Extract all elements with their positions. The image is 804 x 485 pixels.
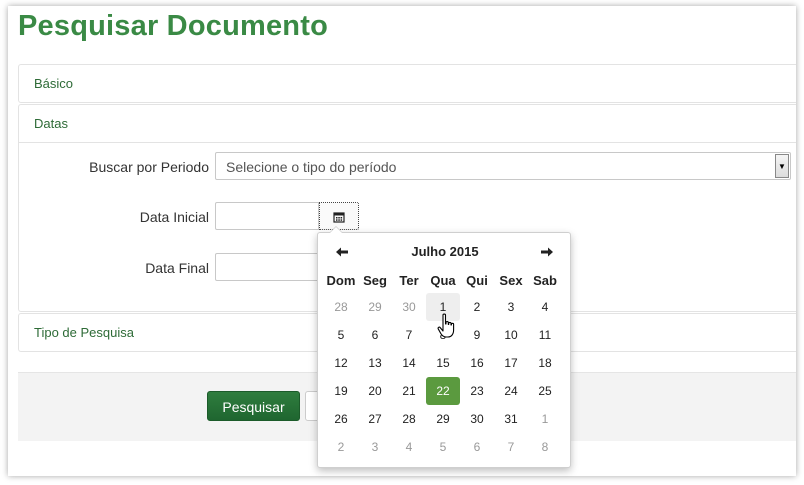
- weekday-header: Dom: [326, 272, 356, 288]
- section-datas-heading[interactable]: Datas: [19, 105, 796, 142]
- arrow-left-icon[interactable]: [327, 240, 357, 264]
- datepicker-day[interactable]: 8: [528, 433, 562, 461]
- datepicker-day[interactable]: 9: [460, 321, 494, 349]
- datepicker-day[interactable]: 15: [426, 349, 460, 377]
- chevron-down-icon[interactable]: ▼: [775, 154, 789, 178]
- datepicker-day[interactable]: 28: [324, 293, 358, 321]
- datepicker-day[interactable]: 2: [324, 433, 358, 461]
- page-title: Pesquisar Documento: [18, 10, 328, 42]
- datepicker-week-row: 12 13 14 15 16 17 18: [324, 349, 562, 377]
- datepicker-day[interactable]: 14: [392, 349, 426, 377]
- buscar-periodo-select[interactable]: Selecione o tipo do período ▼: [215, 152, 791, 180]
- datepicker-day[interactable]: 19: [324, 377, 358, 405]
- datepicker-week-row: 26 27 28 29 30 31 1: [324, 405, 562, 433]
- weekday-header: Seg: [363, 272, 387, 288]
- datepicker-day[interactable]: 30: [392, 293, 426, 321]
- section-basico-heading[interactable]: Básico: [19, 65, 796, 102]
- datepicker-day[interactable]: 1: [528, 405, 562, 433]
- datepicker-day[interactable]: 29: [358, 293, 392, 321]
- datepicker-day[interactable]: 7: [392, 321, 426, 349]
- weekday-header: Qua: [430, 272, 456, 288]
- buscar-periodo-label: Buscar por Periodo: [89, 159, 209, 175]
- datepicker-day[interactable]: 3: [358, 433, 392, 461]
- datepicker-header: Julho 2015: [318, 240, 570, 264]
- weekday-header: Sex: [499, 272, 523, 288]
- datepicker-day[interactable]: 30: [460, 405, 494, 433]
- datepicker-day[interactable]: 20: [358, 377, 392, 405]
- datepicker-day[interactable]: 5: [324, 321, 358, 349]
- datepicker-day[interactable]: 4: [392, 433, 426, 461]
- datepicker-day[interactable]: 18: [528, 349, 562, 377]
- arrow-right-icon[interactable]: [532, 240, 562, 264]
- weekday-header: Qui: [466, 272, 488, 288]
- datepicker-day[interactable]: 25: [528, 377, 562, 405]
- datepicker-month-label[interactable]: Julho 2015: [378, 240, 512, 264]
- datepicker-day[interactable]: 31: [494, 405, 528, 433]
- weekday-header: Sab: [533, 272, 557, 288]
- datepicker-day[interactable]: 12: [324, 349, 358, 377]
- datepicker-day[interactable]: 23: [460, 377, 494, 405]
- data-inicial-input[interactable]: [215, 202, 319, 230]
- datepicker-day[interactable]: 2: [460, 293, 494, 321]
- hand-pointer-icon: [437, 313, 455, 338]
- datepicker-grid: DomSegTerQuaQuiSexSab 282930123456789101…: [324, 267, 562, 461]
- data-final-input[interactable]: [215, 253, 325, 281]
- datepicker-week-row: 2345678: [324, 433, 562, 461]
- datepicker-day[interactable]: 6: [460, 433, 494, 461]
- data-inicial-label: Data Inicial: [139, 209, 209, 225]
- datepicker-day[interactable]: 21: [392, 377, 426, 405]
- buscar-periodo-value: Selecione o tipo do período: [226, 159, 397, 175]
- datepicker-day[interactable]: 13: [358, 349, 392, 377]
- data-final-label: Data Final: [145, 260, 209, 276]
- datepicker-day[interactable]: 24: [494, 377, 528, 405]
- weekday-header: Ter: [399, 272, 419, 288]
- datepicker-day[interactable]: 11: [528, 321, 562, 349]
- datepicker-week-row: 19 20 21 22 23 24 25: [324, 377, 562, 405]
- datepicker-day[interactable]: 29: [426, 405, 460, 433]
- datepicker-day[interactable]: 28: [392, 405, 426, 433]
- datepicker-day[interactable]: 7: [494, 433, 528, 461]
- datepicker-day[interactable]: 6: [358, 321, 392, 349]
- datepicker-day[interactable]: 4: [528, 293, 562, 321]
- section-basico[interactable]: Básico: [18, 64, 796, 103]
- datepicker-popup: Julho 2015 Dom Seg Ter Qua Qui Sex Sab 28 29 30 1…: [317, 226, 571, 468]
- datepicker-day[interactable]: 5: [426, 433, 460, 461]
- datepicker-day[interactable]: 16: [460, 349, 494, 377]
- pesquisar-button[interactable]: Pesquisar: [207, 391, 300, 421]
- datepicker-day[interactable]: 27: [358, 405, 392, 433]
- datepicker-day[interactable]: 17: [494, 349, 528, 377]
- datepicker-day[interactable]: 26: [324, 405, 358, 433]
- datepicker-day[interactable]: 10: [494, 321, 528, 349]
- calendar-icon: [333, 212, 345, 223]
- datepicker-day[interactable]: 3: [494, 293, 528, 321]
- datepicker-day[interactable]: 22: [426, 377, 460, 405]
